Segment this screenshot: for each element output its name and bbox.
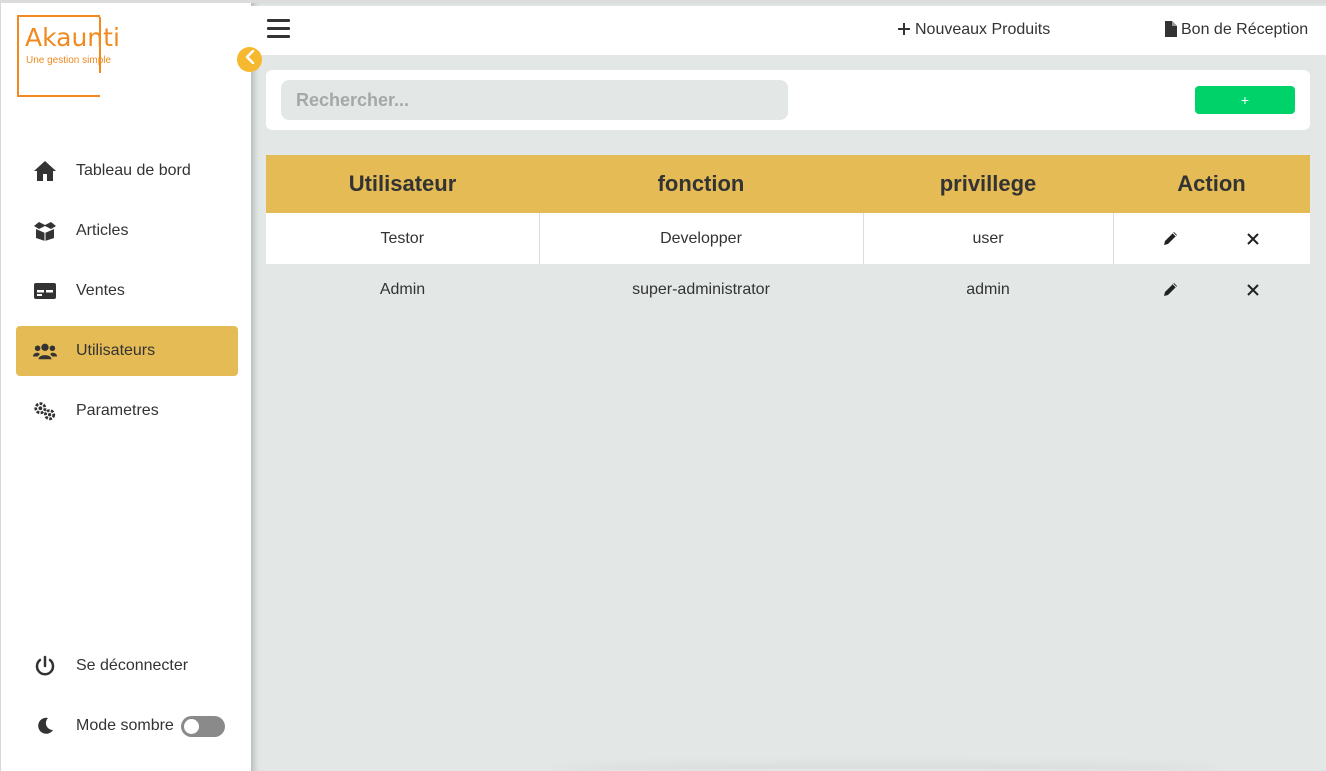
cell-function: Developper (539, 213, 864, 264)
sidebar-item-label: Ventes (76, 282, 125, 299)
search-panel: + (266, 70, 1310, 130)
dark-mode-row: Mode sombre (16, 701, 238, 751)
new-products-link[interactable]: Nouveaux Produits (897, 21, 1050, 39)
power-icon (33, 654, 57, 678)
plus-icon (897, 22, 911, 38)
file-icon (1164, 21, 1177, 39)
moon-icon (33, 714, 57, 738)
home-icon (33, 159, 57, 183)
close-icon[interactable] (1243, 280, 1263, 300)
brand-name: Akaunti (25, 23, 120, 52)
collapse-sidebar-button[interactable] (237, 47, 262, 72)
sidebar-item-settings[interactable]: Parametres (16, 386, 238, 436)
column-header-function: fonction (539, 155, 863, 213)
column-header-privilege: privillege (863, 155, 1113, 213)
sidebar-item-label: Utilisateurs (76, 342, 156, 359)
dark-mode-toggle[interactable] (180, 715, 225, 737)
cell-actions (1113, 213, 1310, 264)
chevron-left-icon (244, 49, 256, 69)
app-window: Akaunti Une gestion simple Tableau de bo… (0, 0, 1326, 771)
cell-actions (1113, 264, 1310, 315)
column-header-user: Utilisateur (266, 155, 539, 213)
table-header-row: Utilisateur fonction privillege Action (266, 155, 1310, 213)
main-content: Nouveaux Produits Bon de Réception + Uti… (251, 3, 1326, 771)
close-icon[interactable] (1243, 229, 1263, 249)
sidebar-item-label: Tableau de bord (76, 162, 191, 179)
gears-icon (33, 399, 57, 423)
menu-icon[interactable] (267, 19, 290, 39)
cell-privilege: user (863, 213, 1114, 264)
users-icon (33, 339, 57, 363)
dark-mode-label: Mode sombre (76, 717, 174, 734)
sidebar-item-label: Articles (76, 222, 129, 239)
receipt-link[interactable]: Bon de Réception (1164, 21, 1308, 39)
sidebar-item-articles[interactable]: Articles (16, 206, 238, 256)
column-header-action: Action (1113, 155, 1310, 213)
cell-privilege: admin (966, 280, 1010, 298)
sidebar-item-users[interactable]: Utilisateurs (16, 326, 238, 376)
cell-user: Testor (266, 213, 540, 264)
users-table: Utilisateur fonction privillege Action T… (266, 155, 1310, 315)
pencil-icon[interactable] (1160, 280, 1180, 300)
pencil-icon[interactable] (1161, 229, 1181, 249)
table-row: Testor Developper user (266, 213, 1310, 264)
logout-button[interactable]: Se déconnecter (16, 641, 238, 691)
search-input[interactable] (281, 80, 788, 120)
sidebar-nav: Tableau de bord Articles Ventes Utilisat… (16, 146, 238, 446)
brand-tagline: Une gestion simple (26, 55, 112, 66)
box-icon (33, 219, 57, 243)
cell-user: Admin (379, 280, 426, 298)
receipt-label: Bon de Réception (1181, 21, 1309, 38)
sidebar-item-sales[interactable]: Ventes (16, 266, 238, 316)
top-bar: Nouveaux Produits Bon de Réception (251, 6, 1326, 55)
cell-function: super-administrator (632, 280, 770, 298)
sidebar: Akaunti Une gestion simple Tableau de bo… (0, 3, 251, 771)
card-icon (33, 279, 57, 303)
sidebar-item-label: Parametres (76, 402, 159, 419)
sidebar-bottom: Se déconnecter Mode sombre (16, 641, 238, 761)
new-products-label: Nouveaux Produits (915, 21, 1051, 38)
logout-label: Se déconnecter (76, 657, 189, 674)
add-user-button[interactable]: + (1195, 86, 1295, 114)
table-row: Admin super-administrator admin (266, 264, 1310, 315)
sidebar-item-dashboard[interactable]: Tableau de bord (16, 146, 238, 196)
